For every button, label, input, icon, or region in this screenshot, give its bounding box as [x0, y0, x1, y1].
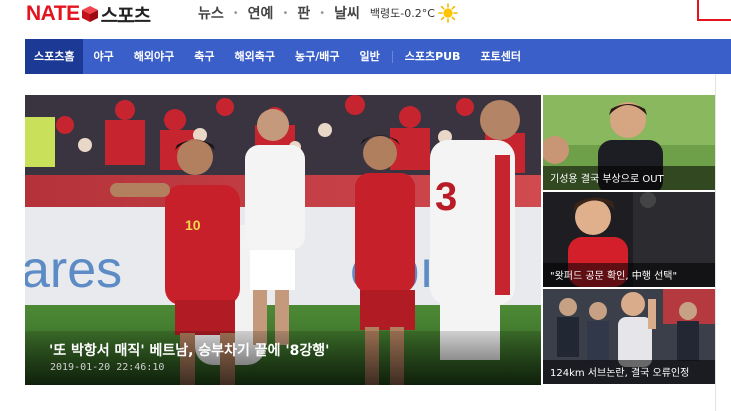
- sun-icon: [438, 3, 458, 23]
- top-nav: 뉴스 • 연예 • 판 • 날씨 백령도-0.2°C: [198, 3, 458, 23]
- topnav-weather-link[interactable]: 날씨: [334, 3, 360, 23]
- sports-section-title: 스포츠: [100, 4, 151, 27]
- gnb-item-basketball-volleyball[interactable]: 농구/배구: [285, 39, 350, 74]
- topnav-separator: •: [282, 7, 289, 19]
- topnav-news-link[interactable]: 뉴스: [198, 3, 224, 23]
- side-news-item[interactable]: 124km 서브논란, 결국 오류인정: [543, 289, 715, 384]
- weather-text: 백령도-0.2°C: [369, 7, 435, 20]
- sports-main-nav: 스포츠홈 야구 해외야구 축구 해외축구 농구/배구 일반 스포츠PUB 포토센…: [25, 39, 731, 74]
- svg-text:3: 3: [435, 175, 457, 219]
- headline-date: 2019-01-20 22:46:10: [50, 362, 165, 373]
- gnb-item-sports-home[interactable]: 스포츠홈: [25, 39, 84, 74]
- gnb-item-overseas-soccer[interactable]: 해외축구: [224, 39, 284, 74]
- cube-logo-icon: [81, 6, 98, 22]
- top-bar: NATE 스포츠 뉴스 • 연예 • 판 • 날씨 백령도-0.2°C: [0, 0, 731, 34]
- svg-text:10: 10: [185, 217, 201, 233]
- side-news-title[interactable]: 124km 서브논란, 결국 오류인정: [550, 364, 689, 379]
- topnav-separator: •: [232, 7, 239, 19]
- side-news-item[interactable]: 기성용 결국 부상으로 OUT: [543, 95, 715, 190]
- weather-widget[interactable]: 백령도-0.2°C: [370, 3, 458, 23]
- topnav-pann-link[interactable]: 판: [297, 3, 310, 23]
- gnb-item-sports-pub[interactable]: 스포츠PUB: [395, 39, 471, 74]
- nate-logo-text: NATE: [26, 2, 80, 25]
- nate-sports-logo[interactable]: NATE 스포츠: [26, 2, 151, 27]
- side-news-title[interactable]: "왓퍼드 공문 확인, 中행 선택": [550, 267, 677, 282]
- topnav-separator: •: [319, 7, 326, 19]
- gnb-item-general[interactable]: 일반: [349, 39, 389, 74]
- svg-text:ares: ares: [25, 241, 122, 299]
- right-column-divider: [715, 74, 716, 411]
- gnb-item-overseas-baseball[interactable]: 해외야구: [124, 39, 184, 74]
- gnb-item-baseball[interactable]: 야구: [83, 39, 123, 74]
- gnb-divider: [391, 50, 393, 63]
- gnb-item-soccer[interactable]: 축구: [184, 39, 224, 74]
- headline-article[interactable]: ares elpı 3 10 '또 박항서 매직' 베트남, 승부차기 끝에 '…: [25, 95, 541, 385]
- headline-title[interactable]: '또 박항서 매직' 베트남, 승부차기 끝에 '8강행': [49, 340, 329, 360]
- search-box[interactable]: [697, 0, 731, 21]
- side-news-title[interactable]: 기성용 결국 부상으로 OUT: [550, 170, 664, 185]
- side-news-list: 기성용 결국 부상으로 OUT "왓퍼드 공문 확인, 中행 선택" 124km…: [543, 95, 715, 385]
- gnb-item-photo-center[interactable]: 포토센터: [470, 39, 530, 74]
- topnav-entertainment-link[interactable]: 연예: [248, 3, 274, 23]
- side-news-item[interactable]: "왓퍼드 공문 확인, 中행 선택": [543, 192, 715, 287]
